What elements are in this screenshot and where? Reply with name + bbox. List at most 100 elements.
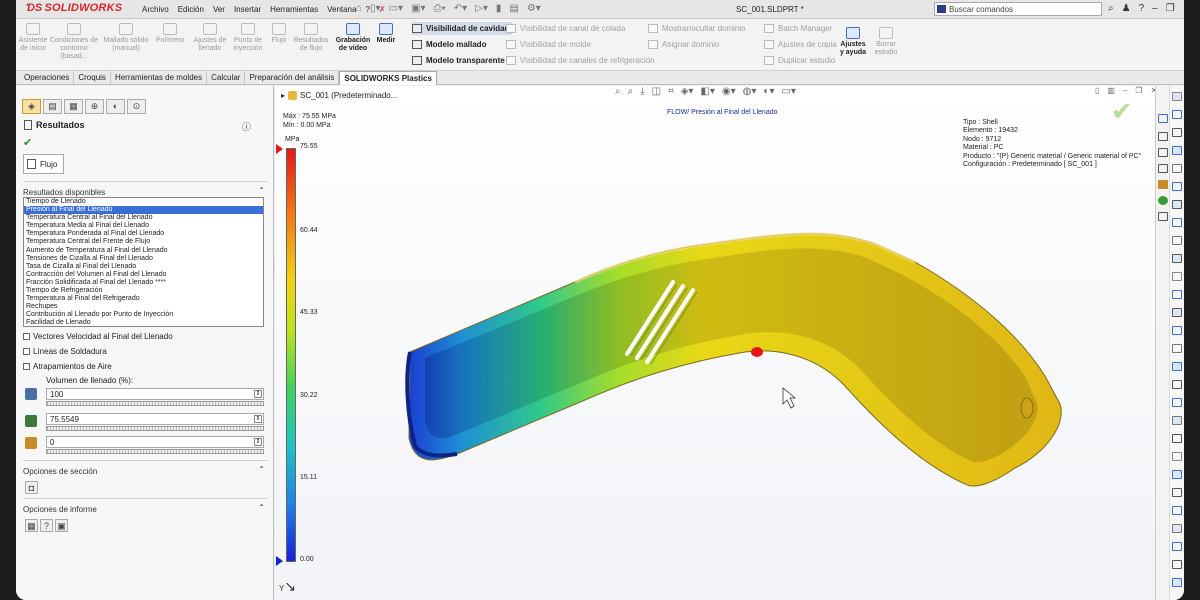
home-icon[interactable]: ⌂ [356, 3, 362, 14]
solidworks-logo[interactable]: ƊS SOLIDWORKS [26, 2, 122, 14]
select-icon[interactable]: ▷▾ [475, 3, 488, 14]
section-plane-icon[interactable]: ◘ [25, 481, 38, 494]
result-list-item[interactable]: Tensiones de Cizalla al Final del Llenad… [24, 255, 263, 263]
print-icon[interactable]: ⎙▾ [434, 3, 446, 14]
modelo-mallado-toggle[interactable]: Modelo mallado [412, 38, 486, 51]
visibilidad-refrigeracion-toggle[interactable]: Visibilidad de canales de refrigeración [506, 54, 655, 67]
opciones-informe-header[interactable]: Opciones de informe ⌃ [23, 498, 267, 514]
spin-arrows-icon[interactable]: ⇕ [254, 415, 262, 423]
sketch-tool-icon[interactable] [1172, 488, 1182, 497]
batch-manager-button[interactable]: Batch Manager [764, 22, 832, 35]
visibilidad-canal-colada-toggle[interactable]: Visibilidad de canal de colada [506, 22, 625, 35]
fill-volume-input[interactable]: 100 ⇕ [46, 388, 264, 400]
visibilidad-cavidad-toggle[interactable]: Visibilidad de cavidad [412, 22, 513, 35]
medir-button[interactable]: Medir [374, 23, 398, 45]
sketch-tool-icon[interactable] [1172, 380, 1182, 389]
check-icon[interactable]: ✔ [23, 136, 32, 149]
result-list-item[interactable]: Rechupes [24, 303, 263, 311]
result-list-item[interactable]: Temperatura Central del Frente de Flujo [24, 238, 263, 246]
graphics-viewport[interactable]: ▸ SC_001 (Predeterminado... ⌕ ⌕ ⤓ ◫ ⌗ ◈▾ … [275, 86, 1155, 600]
result-list-item[interactable]: Contribución al Llenado por Punto de Iny… [24, 311, 263, 319]
sketch-tool-icon[interactable] [1172, 272, 1182, 281]
result-list-item[interactable]: Presión al Final del Llenado [24, 206, 263, 215]
sketch-tool-icon[interactable] [1172, 506, 1182, 515]
sketch-tool-icon[interactable] [1172, 452, 1182, 461]
options-gear-icon[interactable]: ⚙▾ [527, 3, 541, 14]
fill-volume-slider[interactable] [46, 401, 264, 406]
user-icon[interactable]: ♟ [1122, 3, 1131, 14]
custom-properties-icon[interactable] [1158, 212, 1168, 221]
spin-arrows-icon[interactable]: ⇕ [254, 438, 262, 446]
result-list-item[interactable]: Tiempo de Refrigeración [24, 287, 263, 295]
result-list-item[interactable]: Temperatura Media al Final del Llenado [24, 222, 263, 230]
sketch-tool-icon[interactable] [1172, 146, 1182, 155]
checkbox-box[interactable] [23, 348, 30, 355]
file-properties-icon[interactable]: ▤ [509, 3, 518, 14]
minimize-icon[interactable]: – [1152, 3, 1158, 14]
configuration-manager-icon[interactable]: ⊕ [85, 99, 104, 114]
sketch-tool-icon[interactable] [1172, 110, 1182, 119]
atrapamientos-aire-checkbox[interactable]: Atrapamientos de Aire [23, 362, 112, 371]
sketch-tool-icon[interactable] [1172, 524, 1182, 533]
menu-ver[interactable]: Ver [213, 5, 225, 14]
rebuild-icon[interactable]: ▮ [496, 3, 502, 14]
sketch-tool-icon[interactable] [1172, 578, 1182, 587]
menu-edicion[interactable]: Edición [178, 5, 204, 14]
spin-arrows-icon[interactable]: ⇕ [254, 390, 262, 398]
sketch-tool-icon[interactable] [1172, 218, 1182, 227]
menu-insertar[interactable]: Insertar [234, 5, 261, 14]
sketch-tool-icon[interactable] [1172, 290, 1182, 299]
appearance-icon[interactable]: ⊙ [127, 99, 146, 114]
asistente-inicio-button[interactable]: Asistente de inicio [18, 23, 48, 53]
sketch-tool-icon[interactable] [1172, 92, 1182, 101]
tab-herramientas-moldes[interactable]: Herramientas de moldes [111, 71, 208, 85]
report-help-icon[interactable]: ? [40, 519, 53, 532]
save-icon[interactable]: ▣▾ [411, 3, 425, 14]
sketch-tool-icon[interactable] [1172, 416, 1182, 425]
mostrar-ocultar-dominio-toggle[interactable]: Mostrar/ocultar dominio [648, 22, 746, 35]
tab-croquis[interactable]: Croquis [74, 71, 111, 85]
sketch-tool-icon[interactable] [1172, 182, 1182, 191]
question-icon[interactable]: ⓘ [242, 120, 251, 133]
condiciones-contorno-button[interactable]: Condiciones de contorno (basad... [48, 23, 100, 61]
property-manager-icon[interactable]: ▦ [64, 99, 83, 114]
flujo-button[interactable]: Flujo [268, 23, 290, 45]
sketch-tool-icon[interactable] [1172, 254, 1182, 263]
flujo-tab[interactable]: Flujo [23, 154, 65, 174]
close-icon[interactable]: ✕ [1183, 3, 1184, 14]
grabacion-video-button[interactable]: Grabación de vídeo [332, 23, 374, 53]
view-palette-icon[interactable] [1158, 180, 1168, 189]
report-image-icon[interactable]: ▣ [55, 519, 68, 532]
plastics-manager-icon[interactable]: ◈ [22, 99, 41, 114]
pressure-input[interactable]: 75.5549 ⇕ [46, 413, 264, 425]
asignar-dominio-button[interactable]: Asignar dominio [648, 38, 719, 51]
sketch-tool-icon[interactable] [1172, 542, 1182, 551]
borrar-estudio-button[interactable]: Borrar estudio [872, 27, 900, 57]
sketch-tool-icon[interactable] [1172, 326, 1182, 335]
sketch-tool-icon[interactable] [1172, 434, 1182, 443]
tab-preparacion-analisis[interactable]: Preparación del análisis [245, 71, 340, 85]
mallado-solido-button[interactable]: Mallado sólido (manual) [102, 23, 150, 53]
file-explorer-icon[interactable] [1158, 164, 1168, 173]
undo-icon[interactable]: ↶▾ [454, 3, 467, 14]
result-list-item[interactable]: Fracción Solidificada al Final del Llena… [24, 279, 263, 287]
pressure-slider[interactable] [46, 426, 264, 431]
punto-inyeccion-button[interactable]: Punto de inyección [230, 23, 266, 53]
menu-archivo[interactable]: Archivo [142, 5, 169, 14]
min-value-slider[interactable] [46, 449, 264, 454]
tab-solidworks-plastics[interactable]: SOLIDWORKS Plastics [339, 71, 437, 85]
result-list-item[interactable]: Contracción del Volumen al Final del Lle… [24, 271, 263, 279]
result-list-item[interactable]: Facilidad de Llenado [24, 319, 263, 326]
search-icon[interactable]: ⌕ [1108, 3, 1114, 14]
report-export-icon[interactable]: ▦ [25, 519, 38, 532]
injection-point-marker[interactable] [751, 347, 763, 357]
help-icon[interactable]: ? [1139, 3, 1145, 14]
lineas-soldadura-checkbox[interactable]: Líneas de Soldadura [23, 347, 107, 356]
part-model-render[interactable] [275, 86, 1155, 600]
result-list-item[interactable]: Tasa de Cizalla al Final del Llenado [24, 263, 263, 271]
display-manager-icon[interactable]: ◐ [106, 99, 125, 114]
results-list[interactable]: Tiempo de Llenado Presión al Final del Ll… [23, 197, 264, 327]
resources-pane-icon[interactable] [1158, 132, 1168, 141]
duplicar-estudio-button[interactable]: Duplicar estudio [764, 54, 835, 67]
result-list-item[interactable]: Temperatura Ponderada al Final del Llena… [24, 230, 263, 238]
